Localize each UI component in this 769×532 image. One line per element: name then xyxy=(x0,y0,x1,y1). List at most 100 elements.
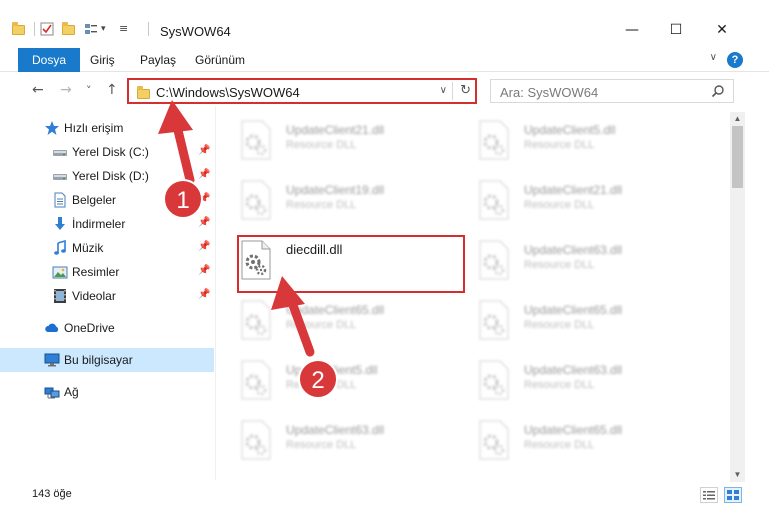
search-input[interactable]: Ara: SysWOW64 xyxy=(490,79,734,103)
sidebar-item-local-disk-c[interactable]: Yerel Disk (C:) 📌 xyxy=(0,140,214,164)
file-item[interactable]: UpdateClient63.dll Resource DLL xyxy=(468,234,698,290)
dll-file-icon xyxy=(479,300,509,340)
tiles-view-icon[interactable] xyxy=(724,487,742,503)
file-item[interactable]: UpdateClient5.dll Resource DLL xyxy=(230,354,460,410)
scroll-down-icon[interactable]: ▼ xyxy=(730,468,745,482)
pane-divider[interactable] xyxy=(215,106,216,480)
highlight-box xyxy=(237,235,465,293)
file-type: Resource DLL xyxy=(286,439,357,451)
pin-icon[interactable]: 📌 xyxy=(198,265,210,276)
title-bar: ▾ ≡ SysWOW64 — ☐ ✕ xyxy=(0,0,769,42)
file-type: Resource DLL xyxy=(524,439,595,451)
sidebar-item-music[interactable]: Müzik 📌 xyxy=(0,236,214,260)
file-type: Resource DLL xyxy=(524,199,595,211)
details-view-icon[interactable] xyxy=(700,487,718,503)
file-item[interactable]: UpdateClient65.dll Resource DLL xyxy=(230,294,460,350)
sidebar-item-label: Bu bilgisayar xyxy=(64,353,133,367)
refresh-icon[interactable]: ↻ xyxy=(460,83,471,98)
file-item[interactable]: UpdateClient65.dll Resource DLL xyxy=(468,414,698,470)
sidebar-item-label: OneDrive xyxy=(64,321,115,335)
folder-icon xyxy=(137,86,150,99)
address-bar[interactable]: C:\Windows\SysWOW64 ∨ ↻ xyxy=(127,78,477,104)
folder-icon xyxy=(12,22,26,36)
file-item[interactable]: UpdateClient21.dll Resource DLL xyxy=(230,114,460,170)
file-name: UpdateClient65.dll xyxy=(524,423,623,437)
sidebar-item-downloads[interactable]: İndirmeler 📌 xyxy=(0,212,214,236)
file-name: UpdateClient21.dll xyxy=(524,183,623,197)
ribbon-tabs: Dosya Giriş Paylaş Görünüm ∨ ? xyxy=(0,48,769,72)
file-name: UpdateClient5.dll xyxy=(524,123,616,137)
up-button[interactable]: ↑ xyxy=(106,82,118,98)
help-icon[interactable]: ? xyxy=(727,52,743,68)
maximize-button[interactable]: ☐ xyxy=(656,22,696,40)
navigation-bar: ← → ˅ ↑ C:\Windows\SysWOW64 ∨ ↻ Ara: Sys… xyxy=(0,76,769,106)
minimize-button[interactable]: — xyxy=(612,22,652,40)
recent-locations-button[interactable]: ˅ xyxy=(86,84,92,97)
sidebar-item-label: Hızlı erişim xyxy=(64,121,124,135)
file-list: UpdateClient21.dll Resource DLL UpdateCl… xyxy=(230,112,728,482)
file-item[interactable]: UpdateClient63.dll Resource DLL xyxy=(468,354,698,410)
pin-icon[interactable]: 📌 xyxy=(198,289,210,300)
dll-file-icon xyxy=(479,360,509,400)
expand-ribbon-icon[interactable]: ∨ xyxy=(710,52,717,63)
address-dropdown-icon[interactable]: ∨ xyxy=(440,85,447,96)
music-icon xyxy=(54,240,66,255)
computer-icon xyxy=(44,353,60,367)
close-button[interactable]: ✕ xyxy=(702,22,742,40)
file-type: Resource DLL xyxy=(524,319,595,331)
customize-toolbar-icon[interactable] xyxy=(84,22,98,36)
status-bar: 143 öğe xyxy=(0,484,769,506)
file-item[interactable]: UpdateClient65.dll Resource DLL xyxy=(468,294,698,350)
sidebar-item-label: Ağ xyxy=(64,385,79,399)
pin-icon[interactable]: 📌 xyxy=(198,145,210,156)
sidebar-item-label: Belgeler xyxy=(72,193,117,207)
star-icon xyxy=(45,121,59,135)
forward-button[interactable]: → xyxy=(60,82,72,98)
sidebar-item-quick-access[interactable]: Hızlı erişim xyxy=(0,116,214,140)
back-button[interactable]: ← xyxy=(32,82,44,98)
search-icon[interactable] xyxy=(711,84,725,98)
file-name: UpdateClient63.dll xyxy=(524,363,623,377)
file-item[interactable]: UpdateClient21.dll Resource DLL xyxy=(468,174,698,230)
file-name: UpdateClient65.dll xyxy=(524,303,623,317)
pin-icon[interactable]: 📌 xyxy=(198,241,210,252)
file-item[interactable]: UpdateClient5.dll Resource DLL xyxy=(468,114,698,170)
scroll-thumb[interactable] xyxy=(732,126,743,188)
drive-icon xyxy=(53,174,67,180)
tab-home[interactable]: Giriş xyxy=(80,48,125,72)
sidebar-item-videos[interactable]: Videolar 📌 xyxy=(0,284,214,308)
file-item[interactable]: UpdateClient63.dll Resource DLL xyxy=(230,414,460,470)
scroll-up-icon[interactable]: ▲ xyxy=(730,112,745,126)
documents-icon xyxy=(54,192,66,208)
search-placeholder: Ara: SysWOW64 xyxy=(500,85,599,100)
sidebar-item-local-disk-d[interactable]: Yerel Disk (D:) 📌 xyxy=(0,164,214,188)
network-icon xyxy=(44,387,60,399)
sidebar-item-pictures[interactable]: Resimler 📌 xyxy=(0,260,214,284)
pin-icon[interactable]: 📌 xyxy=(198,169,210,180)
sidebar-item-label: Yerel Disk (D:) xyxy=(72,169,149,183)
cloud-icon xyxy=(45,323,59,332)
tab-view[interactable]: Görünüm xyxy=(185,48,255,72)
sidebar-item-network[interactable]: Ağ xyxy=(0,380,214,404)
new-folder-icon[interactable] xyxy=(62,22,76,36)
sidebar-item-this-pc[interactable]: Bu bilgisayar xyxy=(0,348,214,372)
tab-share[interactable]: Paylaş xyxy=(130,48,186,72)
pin-icon[interactable]: 📌 xyxy=(198,217,210,228)
dll-file-icon xyxy=(241,420,271,460)
file-name: UpdateClient63.dll xyxy=(286,423,385,437)
sidebar-item-onedrive[interactable]: OneDrive xyxy=(0,316,214,340)
quick-access-dropdown-icon[interactable]: ▾ xyxy=(101,23,106,34)
sidebar-item-label: Müzik xyxy=(72,241,104,255)
address-text[interactable]: C:\Windows\SysWOW64 xyxy=(156,85,300,100)
sidebar-item-documents[interactable]: Belgeler 📌 xyxy=(0,188,214,212)
vertical-scrollbar[interactable]: ▲ ▼ xyxy=(730,112,745,482)
sidebar-item-label: İndirmeler xyxy=(72,217,126,231)
sidebar-item-label: Videolar xyxy=(72,289,116,303)
dll-file-icon xyxy=(241,120,271,160)
file-item[interactable]: UpdateClient19.dll Resource DLL xyxy=(230,174,460,230)
tab-file[interactable]: Dosya xyxy=(18,48,81,72)
file-name: UpdateClient63.dll xyxy=(524,243,623,257)
quick-access-dropdown2-icon[interactable]: ≡ xyxy=(119,22,128,35)
pin-icon[interactable]: 📌 xyxy=(198,193,210,204)
properties-icon[interactable] xyxy=(40,22,54,36)
